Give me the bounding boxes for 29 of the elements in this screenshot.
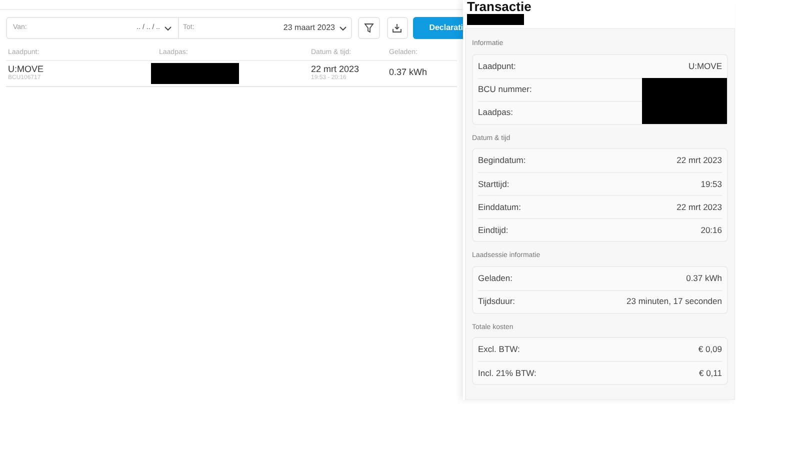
detail-value: € 0,09 xyxy=(698,343,722,356)
filter-icon xyxy=(364,23,374,33)
detail-label: Eindtijd: xyxy=(478,224,508,236)
detail-label: Tijdsduur: xyxy=(478,295,516,308)
detail-label: Starttijd: xyxy=(478,178,510,190)
detail-value: 22 mrt 2023 xyxy=(676,154,722,167)
panel-title: Transactie xyxy=(467,0,532,14)
detail-value: 0.37 kWh xyxy=(686,272,722,284)
detail-value: € 0,11 xyxy=(698,366,722,380)
detail-label: Begindatum: xyxy=(478,154,526,167)
detail-label: Excl. BTW: xyxy=(478,343,520,356)
detail-value: 23 minuten, 17 seconden xyxy=(626,295,722,308)
detail-label: Geladen: xyxy=(478,272,512,284)
detail-label: Laadpunt: xyxy=(478,60,516,72)
detail-value: 19:53 xyxy=(700,178,722,190)
download-button[interactable] xyxy=(386,17,408,39)
detail-label: Incl. 21% BTW: xyxy=(478,366,536,380)
date-cell-text: 22 mrt 2023 xyxy=(311,64,360,74)
charge-point-name: U:MOVE xyxy=(8,64,45,74)
detail-label: Laadpas: xyxy=(478,106,513,119)
redaction-block xyxy=(467,14,524,25)
charged-cell-text: 0.37 kWh xyxy=(388,66,428,80)
download-icon xyxy=(392,23,402,33)
filter-button[interactable] xyxy=(358,17,380,39)
detail-value: 22 mrt 2023 xyxy=(676,200,722,214)
detail-label: Einddatum: xyxy=(478,200,521,214)
detail-label: BCU nummer: xyxy=(478,83,532,96)
detail-value: U:MOVE xyxy=(688,60,722,72)
detail-value: 20:16 xyxy=(700,224,722,236)
